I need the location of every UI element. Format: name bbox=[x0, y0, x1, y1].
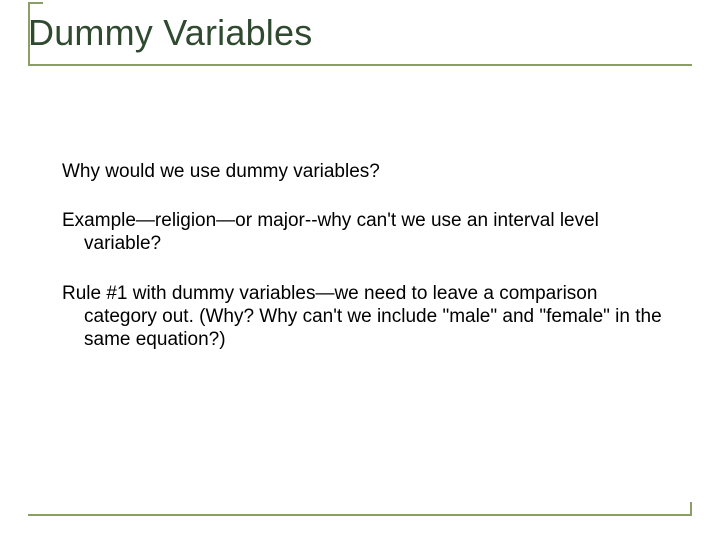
title-block: Dummy Variables bbox=[28, 6, 692, 66]
slide: Dummy Variables Why would we use dummy v… bbox=[0, 0, 720, 540]
title-corner-top bbox=[28, 2, 43, 4]
slide-body: Why would we use dummy variables? Exampl… bbox=[62, 160, 662, 377]
slide-title: Dummy Variables bbox=[28, 6, 692, 64]
title-underline bbox=[28, 64, 692, 66]
bottom-accent-rule bbox=[28, 514, 692, 516]
body-paragraph: Rule #1 with dummy variables—we need to … bbox=[62, 282, 662, 352]
body-paragraph: Example—religion—or major--why can't we … bbox=[62, 209, 662, 255]
body-paragraph: Why would we use dummy variables? bbox=[62, 160, 662, 183]
